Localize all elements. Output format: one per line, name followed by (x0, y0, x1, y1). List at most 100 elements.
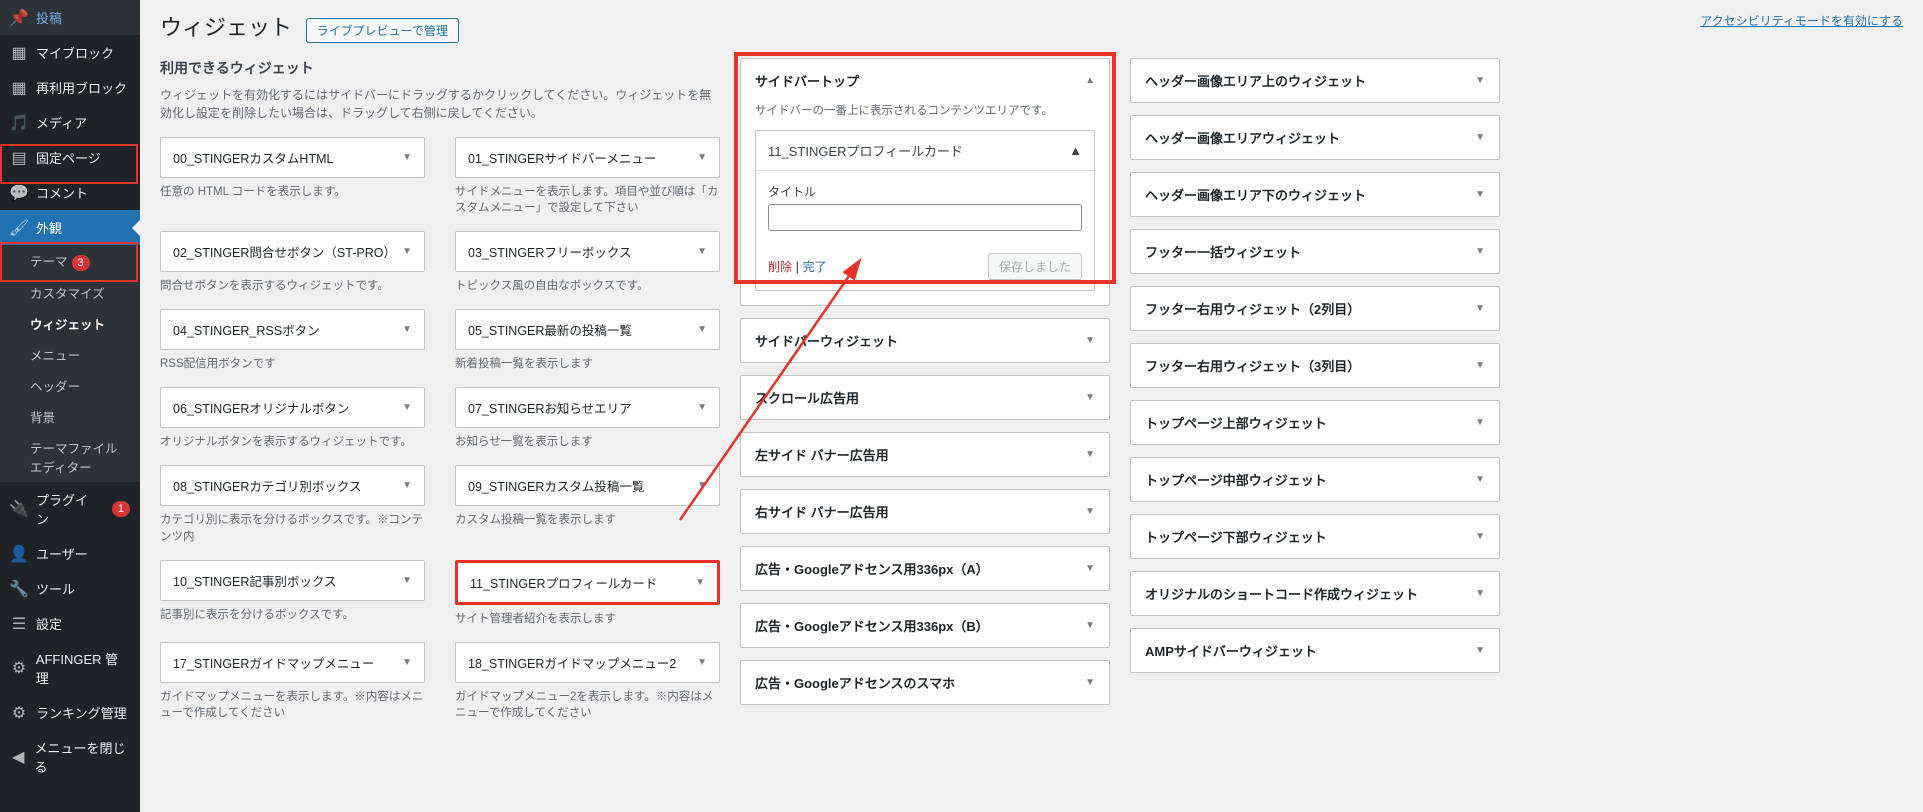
area-header-3[interactable]: 右サイド バナー広告用▼ (741, 490, 1109, 533)
main-content: アクセシビリティモードを有効にする ウィジェット ライブプレビューで管理 利用で… (140, 0, 1923, 812)
done-link[interactable]: 完了 (803, 260, 827, 274)
chevron-down-icon: ▼ (402, 575, 412, 586)
sliders-icon: ☰ (10, 615, 28, 633)
sidebar-item-4[interactable]: ▤固定ページ (0, 140, 140, 175)
available-widget-4[interactable]: 04_STINGER_RSSボタン▼ (160, 309, 425, 350)
grid-icon: ▦ (10, 44, 28, 62)
widget-desc: トピックス風の自由なボックスです。 (455, 278, 720, 294)
title-input[interactable] (768, 204, 1082, 231)
delete-link[interactable]: 削除 (768, 260, 792, 274)
widget-desc: ガイドマップメニューを表示します。※内容はメニューで作成してください (160, 689, 425, 721)
sidebar-item-8[interactable]: 👤ユーザー (0, 536, 140, 571)
available-widget-7[interactable]: 07_STINGERお知らせエリア▼ (455, 387, 720, 428)
submenu-item-4[interactable]: ヘッダー (0, 370, 140, 401)
sidebar-item-1[interactable]: ▦マイブロック (0, 35, 140, 70)
area-header-r8[interactable]: トップページ下部ウィジェット▼ (1131, 515, 1499, 558)
chevron-down-icon: ▼ (697, 324, 707, 335)
submenu-item-1[interactable]: カスタマイズ (0, 277, 140, 308)
chevron-down-icon: ▼ (402, 324, 412, 335)
chevron-down-icon: ▼ (697, 402, 707, 413)
available-widget-3[interactable]: 03_STINGERフリーボックス▼ (455, 231, 720, 272)
sidebar-item-5[interactable]: 💬コメント (0, 175, 140, 210)
sidebar-item-7[interactable]: 🔌プラグイン1 (0, 482, 140, 536)
area-header-0[interactable]: サイドバーウィジェット▼ (741, 319, 1109, 362)
available-widget-10[interactable]: 10_STINGER記事別ボックス▼ (160, 560, 425, 601)
area-desc: サイドバーの一番上に表示されるコンテンツエリアです。 (755, 102, 1095, 118)
chevron-down-icon: ▼ (402, 402, 412, 413)
submenu-item-0[interactable]: テーマ3 (0, 245, 140, 277)
available-widget-1[interactable]: 01_STINGERサイドバーメニュー▼ (455, 137, 720, 178)
area-header-6[interactable]: 広告・Googleアドセンスのスマホ▼ (741, 661, 1109, 704)
chevron-down-icon: ▼ (1475, 417, 1485, 428)
chevron-up-icon: ▲ (1085, 75, 1095, 86)
available-widget-0[interactable]: 00_STINGERカスタムHTML▼ (160, 137, 425, 178)
pin-icon: 📌 (10, 9, 28, 27)
sidebar-item-10[interactable]: ☰設定 (0, 606, 140, 641)
available-widget-6[interactable]: 06_STINGERオリジナルボタン▼ (160, 387, 425, 428)
submenu-item-6[interactable]: テーマファイルエディター (0, 432, 140, 482)
chevron-down-icon: ▼ (1085, 620, 1095, 631)
available-widget-9[interactable]: 09_STINGERカスタム投稿一覧▼ (455, 465, 720, 506)
area-header-r2[interactable]: ヘッダー画像エリア下のウィジェット▼ (1131, 173, 1499, 216)
page-icon: ▤ (10, 149, 28, 167)
area-header-r6[interactable]: トップページ上部ウィジェット▼ (1131, 401, 1499, 444)
available-widget-13[interactable]: 18_STINGERガイドマップメニュー2▼ (455, 642, 720, 683)
available-widget-12[interactable]: 17_STINGERガイドマップメニュー▼ (160, 642, 425, 683)
sidebar-item-11[interactable]: ⚙AFFINGER 管理 (0, 641, 140, 695)
collapse-icon: ◀ (10, 748, 27, 766)
widget-desc: サイト管理者紹介を表示します (455, 611, 720, 627)
area-header[interactable]: サイドバートップ ▲ (741, 59, 1109, 102)
sidebar-item-3[interactable]: 🎵メディア (0, 105, 140, 140)
submenu-item-3[interactable]: メニュー (0, 339, 140, 370)
chevron-down-icon: ▼ (1475, 189, 1485, 200)
area-header-r3[interactable]: フッター一括ウィジェット▼ (1131, 230, 1499, 273)
area-header-1[interactable]: スクロール広告用▼ (741, 376, 1109, 419)
chevron-down-icon: ▼ (1475, 132, 1485, 143)
available-widget-2[interactable]: 02_STINGER問合せボタン（ST-PRO）▼ (160, 231, 425, 272)
area-header-r5[interactable]: フッター右用ウィジェット（3列目）▼ (1131, 344, 1499, 387)
chevron-down-icon: ▼ (402, 246, 412, 257)
admin-sidebar: 📌投稿▦マイブロック▦再利用ブロック🎵メディア▤固定ページ💬コメント🖌外観 テー… (0, 0, 140, 812)
widget-desc: 記事別に表示を分けるボックスです。 (160, 607, 425, 623)
area-header-r7[interactable]: トップページ中部ウィジェット▼ (1131, 458, 1499, 501)
widget-desc: オリジナルボタンを表示するウィジェットです。 (160, 434, 425, 450)
area-header-5[interactable]: 広告・Googleアドセンス用336px（B）▼ (741, 604, 1109, 647)
area-header-2[interactable]: 左サイド バナー広告用▼ (741, 433, 1109, 476)
sidebar-item-0[interactable]: 📌投稿 (0, 0, 140, 35)
area-header-r0[interactable]: ヘッダー画像エリア上のウィジェット▼ (1131, 59, 1499, 102)
sidebar-item-2[interactable]: ▦再利用ブロック (0, 70, 140, 105)
chevron-down-icon: ▼ (402, 657, 412, 668)
area-header-r4[interactable]: フッター右用ウィジェット（2列目）▼ (1131, 287, 1499, 330)
chevron-down-icon: ▼ (697, 657, 707, 668)
chevron-down-icon: ▼ (1085, 392, 1095, 403)
widget-desc: 新着投稿一覧を表示します (455, 356, 720, 372)
widget-desc: 任意の HTML コードを表示します。 (160, 184, 425, 200)
accessibility-mode-link[interactable]: アクセシビリティモードを有効にする (1700, 12, 1903, 29)
chevron-down-icon: ▼ (1085, 506, 1095, 517)
available-widget-11[interactable]: 11_STINGERプロフィールカード▼ (455, 560, 720, 605)
placed-widget-header[interactable]: 11_STINGERプロフィールカード ▲ (756, 131, 1094, 171)
chevron-down-icon: ▼ (1475, 303, 1485, 314)
gear-icon: ⚙ (10, 659, 28, 677)
widget-desc: サイドメニューを表示します。項目や並び順は「カスタムメニュー」で設定して下さい (455, 184, 720, 216)
live-preview-button[interactable]: ライブプレビューで管理 (306, 18, 459, 43)
chevron-down-icon: ▼ (697, 480, 707, 491)
sidebar-item-13[interactable]: ◀メニューを閉じる (0, 730, 140, 784)
available-widget-5[interactable]: 05_STINGER最新の投稿一覧▼ (455, 309, 720, 350)
area-header-r9[interactable]: オリジナルのショートコード作成ウィジェット▼ (1131, 572, 1499, 615)
saved-button[interactable]: 保存しました (988, 253, 1082, 280)
submenu-item-2[interactable]: ウィジェット (0, 308, 140, 339)
area-header-4[interactable]: 広告・Googleアドセンス用336px（A）▼ (741, 547, 1109, 590)
sidebar-item-6[interactable]: 🖌外観 (0, 210, 140, 245)
area-header-r1[interactable]: ヘッダー画像エリアウィジェット▼ (1131, 116, 1499, 159)
sidebar-item-12[interactable]: ⚙ランキング管理 (0, 695, 140, 730)
chevron-down-icon: ▼ (402, 152, 412, 163)
chevron-down-icon: ▼ (695, 577, 705, 588)
placed-widget-profile-card: 11_STINGERプロフィールカード ▲ タイトル 削除 | (755, 130, 1095, 291)
available-widget-8[interactable]: 08_STINGERカテゴリ別ボックス▼ (160, 465, 425, 506)
media-icon: 🎵 (10, 114, 28, 132)
submenu-item-5[interactable]: 背景 (0, 401, 140, 432)
sidebar-item-9[interactable]: 🔧ツール (0, 571, 140, 606)
available-heading: 利用できるウィジェット (160, 58, 720, 78)
area-header-r10[interactable]: AMPサイドバーウィジェット▼ (1131, 629, 1499, 672)
